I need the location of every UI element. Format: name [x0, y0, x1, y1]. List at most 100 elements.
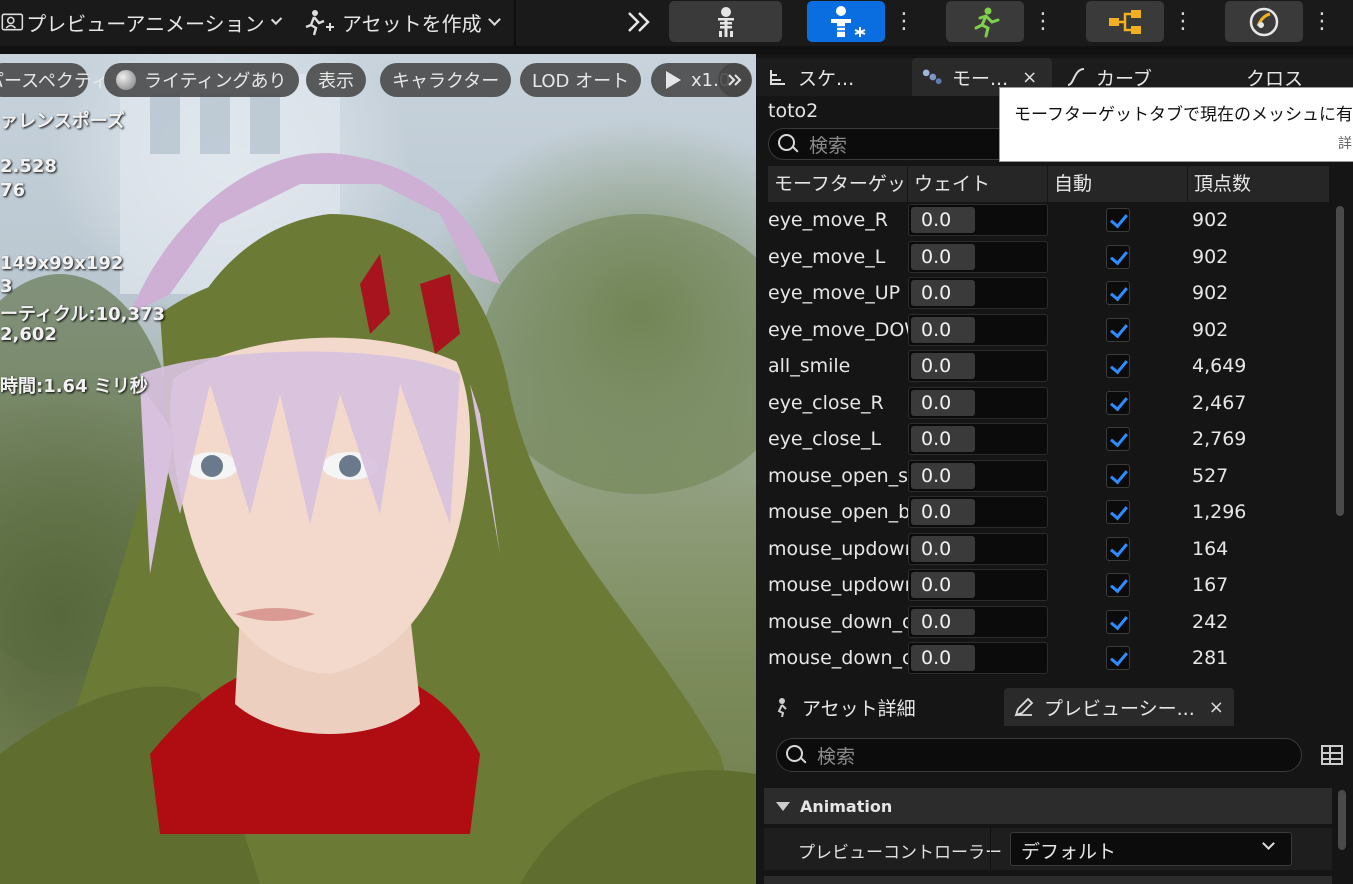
details-scrollbar[interactable]	[1338, 790, 1346, 850]
table-row[interactable]: eye_close_R 0.0 2,467	[768, 385, 1330, 422]
weight-input[interactable]: 0.0	[908, 350, 1048, 383]
blueprint-mode-button[interactable]	[1086, 1, 1164, 42]
weight-input[interactable]: 0.0	[908, 459, 1048, 492]
vertex-count: 2,467	[1192, 391, 1247, 414]
vertex-count: 2,769	[1192, 428, 1247, 451]
weight-input[interactable]: 0.0	[908, 496, 1048, 529]
details-search-input[interactable]: 検索	[776, 738, 1302, 772]
table-row[interactable]: mouse_updown 0.0 167	[768, 567, 1330, 604]
vertex-count: 902	[1192, 282, 1229, 305]
weight-input[interactable]: 0.0	[908, 423, 1048, 456]
table-row[interactable]: eye_move_L 0.0 902	[768, 239, 1330, 276]
lighting-mode-button[interactable]: ライティングあり	[104, 63, 299, 97]
table-row[interactable]: eye_move_R 0.0 902	[768, 202, 1330, 239]
vertex-count: 4,649	[1192, 355, 1247, 378]
auto-checkbox[interactable]	[1106, 208, 1130, 233]
close-icon[interactable]: ×	[1022, 67, 1037, 88]
preview-animation-menu[interactable]: プレビューアニメーション	[0, 0, 283, 44]
column-header-morph-target[interactable]: モーフターゲッ	[768, 166, 908, 202]
auto-checkbox[interactable]	[1106, 646, 1130, 671]
character-button[interactable]: キャラクター	[380, 63, 512, 97]
table-view-icon[interactable]	[1321, 745, 1343, 765]
weight-input[interactable]: 0.0	[908, 240, 1048, 273]
weight-input[interactable]: 0.0	[908, 642, 1048, 675]
table-row[interactable]: eye_close_L 0.0 2,769	[768, 421, 1330, 458]
toolbar-divider	[514, 0, 516, 46]
preview-animation-label: プレビューアニメーション	[26, 11, 265, 36]
table-row[interactable]: mouse_down_o 0.0 242	[768, 604, 1330, 641]
physics-mode-options-button[interactable]: ⋮	[1308, 1, 1336, 42]
auto-cell	[1048, 317, 1188, 342]
table-row[interactable]: mouse_down_o 0.0 281	[768, 640, 1330, 677]
weight-input[interactable]: 0.0	[908, 204, 1048, 237]
animation-section-header[interactable]: Animation	[764, 788, 1332, 824]
preview-animation-icon	[1, 13, 24, 31]
table-row[interactable]: all_smile 0.0 4,649	[768, 348, 1330, 385]
tab-skeleton-tree[interactable]: スケ...	[768, 58, 908, 96]
stat-line: 2.528	[0, 156, 57, 177]
auto-checkbox[interactable]	[1106, 317, 1130, 342]
table-row[interactable]: mouse_updown 0.0 164	[768, 531, 1330, 568]
animation-mode-options-button[interactable]: ⋮	[1029, 1, 1057, 42]
mesh-mode-options-button[interactable]: ⋮	[890, 1, 918, 42]
auto-checkbox[interactable]	[1106, 244, 1130, 269]
morph-target-name: eye_close_R	[768, 391, 884, 414]
weight-cell: 0.0	[908, 240, 1048, 273]
weight-input[interactable]: 0.0	[908, 569, 1048, 602]
auto-checkbox[interactable]	[1106, 573, 1130, 598]
mesh-mode-button[interactable]	[807, 1, 885, 42]
toolbar-overflow-button[interactable]	[624, 0, 654, 44]
lod-button[interactable]: LOD オート	[520, 63, 642, 97]
weight-input[interactable]: 0.0	[908, 386, 1048, 419]
weight-value: 0.0	[921, 610, 952, 633]
auto-checkbox[interactable]	[1106, 354, 1130, 379]
vertex-count: 902	[1192, 318, 1229, 341]
weight-input[interactable]: 0.0	[908, 605, 1048, 638]
auto-cell	[1048, 281, 1188, 306]
table-row[interactable]: mouse_open_bi 0.0 1,296	[768, 494, 1330, 531]
show-button[interactable]: 表示	[306, 63, 366, 97]
create-asset-icon	[305, 10, 334, 36]
weight-cell: 0.0	[908, 496, 1048, 529]
weight-input[interactable]: 0.0	[908, 277, 1048, 310]
tab-asset-details[interactable]: アセット詳細	[772, 688, 992, 726]
tab-preview-scene[interactable]: プレビューシー... ×	[1004, 688, 1234, 726]
preview-viewport[interactable]: パースペクティブ ライティングあり 表示 キャラクター LOD オート x1.0…	[0, 54, 756, 884]
perspective-button[interactable]: パースペクティブ	[0, 63, 127, 97]
skeleton-mode-button[interactable]	[669, 1, 782, 42]
search-icon	[785, 744, 807, 766]
morph-target-name: eye_close_L	[768, 428, 882, 451]
create-asset-menu[interactable]: アセットを作成	[302, 0, 501, 44]
viewport-overflow-button[interactable]	[718, 63, 752, 97]
close-icon[interactable]: ×	[1209, 697, 1224, 718]
weight-input[interactable]: 0.0	[908, 532, 1048, 565]
auto-checkbox[interactable]	[1106, 609, 1130, 634]
weight-cell: 0.0	[908, 605, 1048, 638]
animation-mode-button[interactable]	[946, 1, 1024, 42]
table-scrollbar[interactable]	[1336, 206, 1344, 516]
column-header-weight[interactable]: ウェイト	[908, 166, 1048, 202]
column-header-auto[interactable]: 自動	[1048, 166, 1188, 202]
details-tab-bar: アセット詳細 プレビューシー... ×	[756, 686, 1353, 726]
auto-checkbox[interactable]	[1106, 536, 1130, 561]
auto-checkbox[interactable]	[1106, 427, 1130, 452]
blueprint-mode-options-button[interactable]: ⋮	[1169, 1, 1197, 42]
column-header-vertex-count[interactable]: 頂点数	[1188, 166, 1330, 202]
blueprint-graph-icon	[1109, 9, 1141, 34]
settings-section-header[interactable]	[764, 876, 1332, 884]
table-row[interactable]: eye_move_UP 0.0 902	[768, 275, 1330, 312]
auto-checkbox[interactable]	[1106, 390, 1130, 415]
auto-checkbox[interactable]	[1106, 463, 1130, 488]
table-row[interactable]: mouse_open_sn 0.0 527	[768, 458, 1330, 495]
physics-mode-button[interactable]	[1225, 1, 1303, 42]
search-placeholder: 検索	[817, 745, 856, 768]
auto-checkbox[interactable]	[1106, 281, 1130, 306]
morph-tab-tooltip: モーフターゲットタブで現在のメッシュに有効 詳	[999, 87, 1353, 162]
tooltip-more-link: 詳	[1338, 136, 1352, 152]
table-row[interactable]: eye_move_DOW 0.0 902	[768, 312, 1330, 349]
preview-controller-dropdown[interactable]: デフォルト	[1010, 832, 1292, 866]
auto-cell	[1048, 354, 1188, 379]
auto-checkbox[interactable]	[1106, 500, 1130, 525]
weight-cell: 0.0	[908, 313, 1048, 346]
weight-input[interactable]: 0.0	[908, 313, 1048, 346]
